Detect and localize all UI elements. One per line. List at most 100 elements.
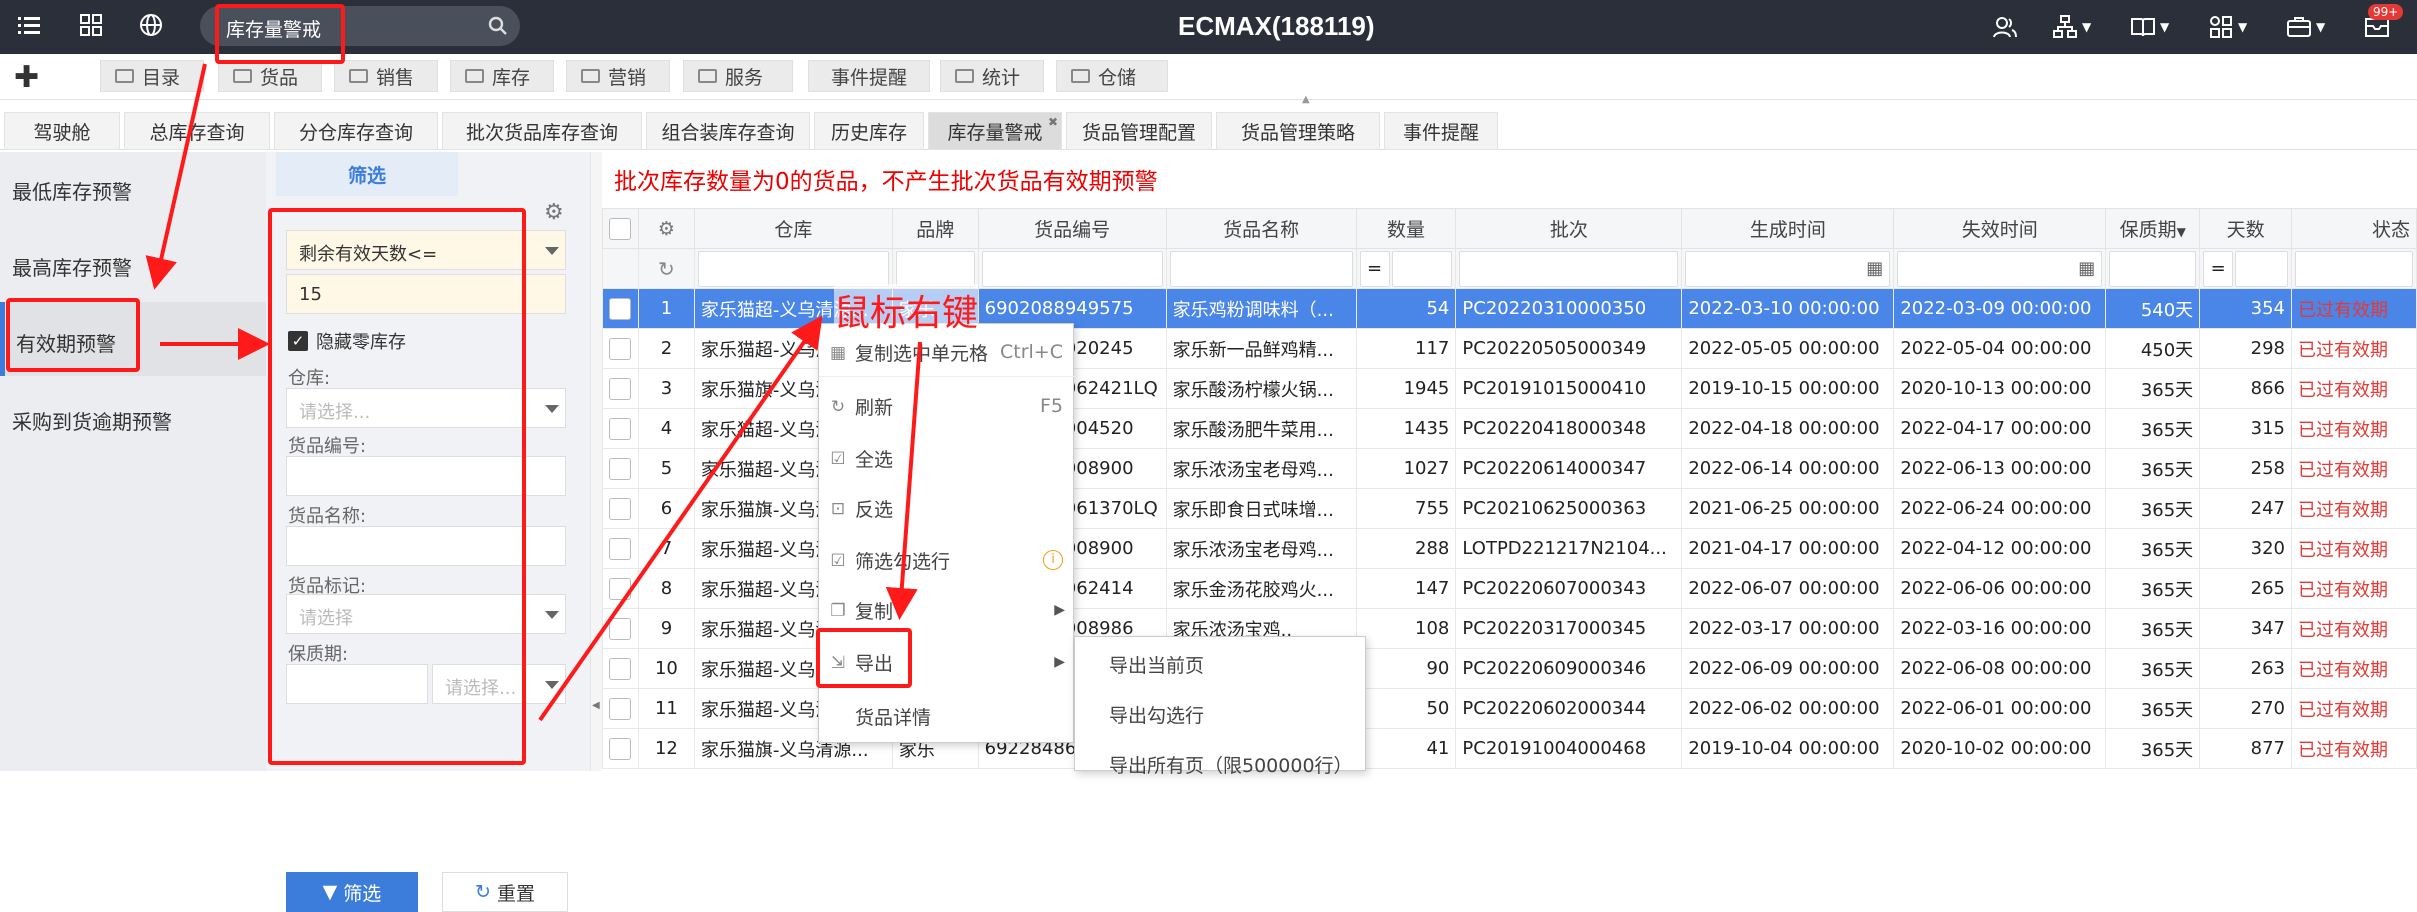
cell-days[interactable]: 347 xyxy=(2199,608,2292,649)
menu-catalog[interactable]: 目录 xyxy=(100,60,204,92)
tab-goods-config[interactable]: 货品管理配置 xyxy=(1066,112,1212,150)
cell-quantity[interactable]: 1027 xyxy=(1355,448,1457,489)
cell-quantity[interactable]: 90 xyxy=(1355,648,1457,689)
search-icon[interactable] xyxy=(488,16,508,36)
cell-row-number[interactable]: 2 xyxy=(637,328,695,369)
cell-shelf-life[interactable]: 365天 xyxy=(2105,728,2201,769)
cell-status[interactable]: 已过有效期 xyxy=(2290,488,2417,529)
org-chart-icon[interactable]: ▼ xyxy=(2052,12,2091,42)
cell-goods-name[interactable]: 家乐新一品鲜鸡精... xyxy=(1165,328,1357,369)
cell-row-number[interactable]: 5 xyxy=(637,448,695,489)
filter-expire-date[interactable]: ▦ xyxy=(1897,250,2103,287)
filter-created-date[interactable]: ▦ xyxy=(1685,250,1891,287)
filter-batch-input[interactable] xyxy=(1459,250,1679,287)
cell-created-time[interactable]: 2022-05-05 00:00:00 xyxy=(1681,328,1895,369)
tab-history-stock[interactable]: 历史库存 xyxy=(814,112,924,150)
reset-button[interactable]: ↻ 重置 xyxy=(442,872,568,912)
filter-days-op[interactable]: = xyxy=(2203,250,2234,287)
cell-quantity[interactable]: 1945 xyxy=(1355,368,1457,409)
cell-days[interactable]: 354 xyxy=(2199,288,2292,329)
col-created[interactable]: 生成时间 xyxy=(1681,208,1895,249)
filter-warehouse-input[interactable] xyxy=(697,250,889,287)
cell-quantity[interactable]: 117 xyxy=(1355,328,1457,369)
cell-shelf-life[interactable]: 450天 xyxy=(2105,328,2201,369)
nav-min-stock[interactable]: 最低库存预警 xyxy=(12,176,132,205)
filter-goods-name-input[interactable] xyxy=(1169,250,1353,287)
modules-icon[interactable]: ▼ xyxy=(2208,12,2247,42)
cell-status[interactable]: 已过有效期 xyxy=(2290,368,2417,409)
cell-row-number[interactable]: 12 xyxy=(637,728,695,769)
cell-goods-name[interactable]: 家乐酸汤柠檬火锅... xyxy=(1165,368,1357,409)
cell-created-time[interactable]: 2021-06-25 00:00:00 xyxy=(1681,488,1895,529)
cell-created-time[interactable]: 2022-06-09 00:00:00 xyxy=(1681,648,1895,689)
filter-button[interactable]: ▼ 筛选 xyxy=(286,872,418,912)
ctx-invert[interactable]: ⊡ 反选 xyxy=(819,488,1075,528)
cell-days[interactable]: 877 xyxy=(2199,728,2292,769)
cell-created-time[interactable]: 2022-04-18 00:00:00 xyxy=(1681,408,1895,449)
menu-list-icon[interactable] xyxy=(16,12,46,42)
cell-batch[interactable]: PC20220602000344 xyxy=(1455,688,1683,729)
cell-expire-time[interactable]: 2022-06-06 00:00:00 xyxy=(1893,568,2107,609)
globe-icon[interactable] xyxy=(138,12,168,42)
cell-expire-time[interactable]: 2022-03-16 00:00:00 xyxy=(1893,608,2107,649)
cell-expire-time[interactable]: 2020-10-02 00:00:00 xyxy=(1893,728,2107,769)
cell-shelf-life[interactable]: 365天 xyxy=(2105,488,2201,529)
cell-goods-name[interactable]: 家乐浓汤宝老母鸡... xyxy=(1165,528,1357,569)
row-checkbox-cell[interactable] xyxy=(602,368,639,409)
filter-brand-input[interactable] xyxy=(895,250,975,287)
cell-batch[interactable]: LOTPD221217N2104... xyxy=(1455,528,1683,569)
cell-row-number[interactable]: 7 xyxy=(637,528,695,569)
cell-goods-name[interactable]: 家乐即食日式味增... xyxy=(1165,488,1357,529)
tab-cockpit[interactable]: 驾驶舱 xyxy=(4,112,120,150)
tab-goods-strategy[interactable]: 货品管理策略 xyxy=(1216,112,1380,150)
row-checkbox[interactable] xyxy=(609,617,632,640)
export-all-pages[interactable]: 导出所有页（限500000行） xyxy=(1109,751,1353,778)
cell-batch[interactable]: PC20210625000363 xyxy=(1455,488,1683,529)
cell-days[interactable]: 265 xyxy=(2199,568,2292,609)
cell-created-time[interactable]: 2022-06-02 00:00:00 xyxy=(1681,688,1895,729)
row-checkbox-cell[interactable] xyxy=(602,328,639,369)
tab-event-reminder[interactable]: 事件提醒 xyxy=(1384,112,1498,150)
cell-row-number[interactable]: 8 xyxy=(637,568,695,609)
cell-goods-name[interactable]: 家乐浓汤宝老母鸡... xyxy=(1165,448,1357,489)
cell-batch[interactable]: PC20220609000346 xyxy=(1455,648,1683,689)
row-checkbox-cell[interactable] xyxy=(602,568,639,609)
apps-grid-icon[interactable] xyxy=(78,12,108,42)
book-icon[interactable]: ▼ xyxy=(2130,12,2169,42)
cell-goods-name[interactable]: 家乐酸汤肥牛菜用... xyxy=(1165,408,1357,449)
row-checkbox[interactable] xyxy=(609,697,632,720)
tab-warehouse-stock[interactable]: 分仓库存查询 xyxy=(274,112,438,150)
cell-quantity[interactable]: 54 xyxy=(1355,288,1457,329)
ctx-filter-checked[interactable]: ☑ 筛选勾选行 i xyxy=(819,540,1075,580)
cell-created-time[interactable]: 2022-06-07 00:00:00 xyxy=(1681,568,1895,609)
cell-shelf-life[interactable]: 540天 xyxy=(2105,288,2201,329)
cell-days[interactable]: 866 xyxy=(2199,368,2292,409)
cell-goods-name[interactable]: 家乐金汤花胶鸡火... xyxy=(1165,568,1357,609)
col-warehouse[interactable]: 仓库 xyxy=(693,208,893,249)
cell-created-time[interactable]: 2022-03-10 00:00:00 xyxy=(1681,288,1895,329)
row-checkbox-cell[interactable] xyxy=(602,408,639,449)
cell-created-time[interactable]: 2022-06-14 00:00:00 xyxy=(1681,448,1895,489)
cell-batch[interactable]: PC20220317000345 xyxy=(1455,608,1683,649)
tab-total-stock[interactable]: 总库存查询 xyxy=(124,112,270,150)
col-goods-no[interactable]: 货品编号 xyxy=(977,208,1167,249)
select-all-checkbox[interactable] xyxy=(602,208,639,249)
cell-shelf-life[interactable]: 365天 xyxy=(2105,408,2201,449)
col-quantity[interactable]: 数量 xyxy=(1355,208,1457,249)
cell-expire-time[interactable]: 2022-04-12 00:00:00 xyxy=(1893,528,2107,569)
cell-expire-time[interactable]: 2020-10-13 00:00:00 xyxy=(1893,368,2107,409)
cell-created-time[interactable]: 2021-04-17 00:00:00 xyxy=(1681,528,1895,569)
cell-expire-time[interactable]: 2022-06-13 00:00:00 xyxy=(1893,448,2107,489)
cell-status[interactable]: 已过有效期 xyxy=(2290,568,2417,609)
tab-combo-stock[interactable]: 组合装库存查询 xyxy=(646,112,810,150)
cell-days[interactable]: 270 xyxy=(2199,688,2292,729)
cell-expire-time[interactable]: 2022-05-04 00:00:00 xyxy=(1893,328,2107,369)
filter-quantity-input[interactable] xyxy=(1391,250,1453,287)
filter-quantity-op[interactable]: = xyxy=(1359,250,1390,287)
cell-status[interactable]: 已过有效期 xyxy=(2290,448,2417,489)
cell-shelf-life[interactable]: 365天 xyxy=(2105,608,2201,649)
row-checkbox[interactable] xyxy=(609,537,632,560)
cell-status[interactable]: 已过有效期 xyxy=(2290,728,2417,769)
cell-shelf-life[interactable]: 365天 xyxy=(2105,448,2201,489)
cell-batch[interactable]: PC20220607000343 xyxy=(1455,568,1683,609)
